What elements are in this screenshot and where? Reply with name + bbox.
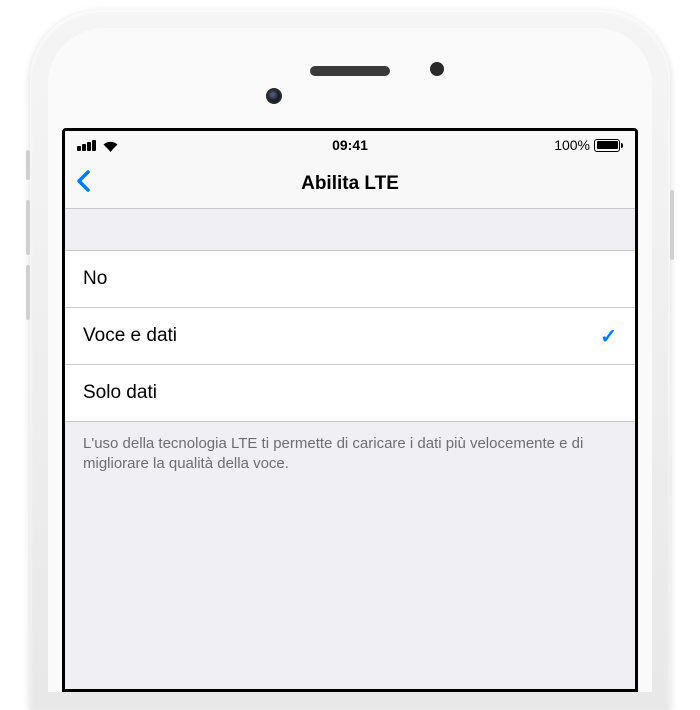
device-frame: 09:41 100% Abilita LTE <box>30 10 670 710</box>
device-bezel: 09:41 100% Abilita LTE <box>48 28 652 692</box>
option-label: Solo dati <box>83 382 157 404</box>
page-title: Abilita LTE <box>301 173 399 195</box>
battery-icon <box>594 139 623 152</box>
option-no[interactable]: No <box>65 251 635 308</box>
option-data-only[interactable]: Solo dati <box>65 365 635 422</box>
checkmark-icon: ✓ <box>600 324 617 349</box>
footer-description: L'uso della tecnologia LTE ti permette d… <box>65 422 635 487</box>
back-button[interactable] <box>75 169 91 198</box>
option-label: Voce e dati <box>83 325 177 347</box>
volume-up-button <box>26 200 30 255</box>
status-time: 09:41 <box>332 137 368 153</box>
speaker-grille <box>310 66 390 76</box>
option-label: No <box>83 268 107 290</box>
status-right: 100% <box>554 137 623 153</box>
screen: 09:41 100% Abilita LTE <box>62 128 638 692</box>
battery-percent: 100% <box>554 137 590 153</box>
wifi-icon <box>102 139 119 152</box>
volume-down-button <box>26 265 30 320</box>
nav-bar: Abilita LTE <box>65 159 635 209</box>
section-spacer <box>65 209 635 251</box>
options-list: No Voce e dati ✓ Solo dati <box>65 251 635 422</box>
front-camera <box>266 88 282 104</box>
status-left <box>77 139 119 152</box>
proximity-sensor <box>430 62 444 76</box>
cellular-signal-icon <box>77 139 96 151</box>
power-button <box>670 190 674 260</box>
option-voice-and-data[interactable]: Voce e dati ✓ <box>65 308 635 365</box>
mute-switch <box>26 150 30 180</box>
status-bar: 09:41 100% <box>65 131 635 159</box>
